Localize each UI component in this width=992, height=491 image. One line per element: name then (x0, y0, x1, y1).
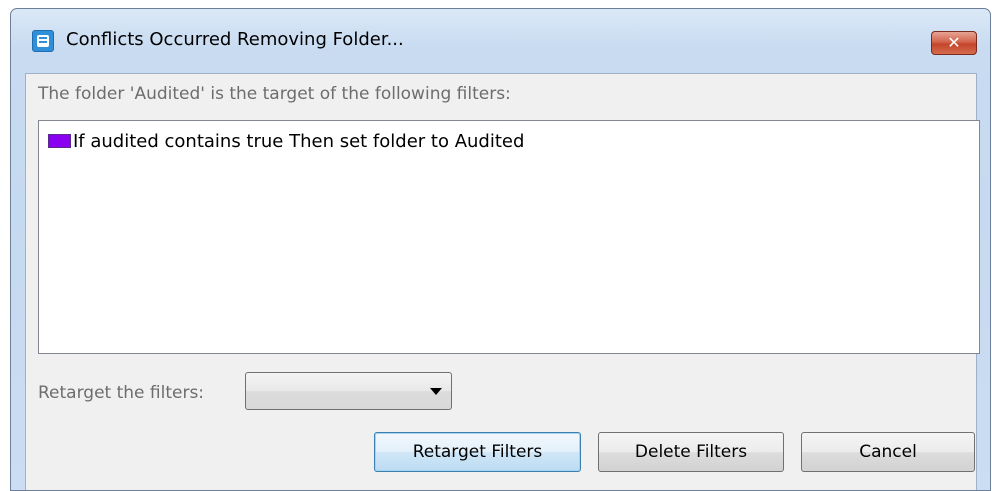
title-bar[interactable]: Conflicts Occurred Removing Folder... ✕ (11, 9, 990, 73)
retarget-label: Retarget the filters: (38, 383, 205, 403)
close-icon: ✕ (947, 33, 961, 52)
retarget-dropdown[interactable] (245, 372, 452, 410)
filter-list-item[interactable]: If audited contains true Then set folder… (48, 129, 524, 153)
window-title: Conflicts Occurred Removing Folder... (66, 29, 404, 50)
filter-text: If audited contains true Then set folder… (73, 130, 525, 152)
close-button[interactable]: ✕ (931, 31, 977, 55)
delete-filters-button[interactable]: Delete Filters (598, 432, 784, 472)
filter-color-swatch (48, 134, 71, 148)
cancel-button[interactable]: Cancel (801, 432, 975, 472)
app-icon (32, 30, 54, 52)
prompt-label: The folder 'Audited' is the target of th… (38, 84, 511, 104)
retarget-filters-button[interactable]: Retarget Filters (374, 432, 581, 472)
dialog-window: Conflicts Occurred Removing Folder... ✕ … (10, 8, 991, 491)
filter-list[interactable]: If audited contains true Then set folder… (38, 120, 980, 354)
dialog-content: The folder 'Audited' is the target of th… (25, 73, 980, 490)
dropdown-arrow-icon (430, 388, 442, 395)
